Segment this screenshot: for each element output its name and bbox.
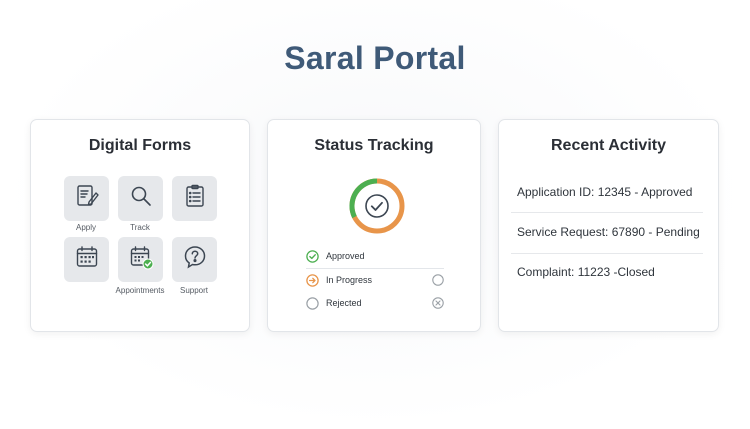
in-progress-arrow-icon — [306, 273, 319, 287]
activity-divider — [511, 253, 703, 254]
calendar-tile[interactable] — [64, 237, 109, 282]
digital-forms-title: Digital Forms — [88, 137, 192, 154]
status-in-progress[interactable]: In Progress — [306, 269, 444, 291]
apply-tile[interactable] — [64, 176, 109, 221]
search-icon — [128, 183, 154, 214]
calendar-check-icon — [128, 244, 154, 275]
calendar-icon — [74, 244, 100, 275]
recent-activity-card: Recent Activity Application ID: 12345 - … — [498, 119, 719, 332]
track-label[interactable]: Track — [105, 223, 175, 232]
activity-item-complaint[interactable]: Complaint: 11223 -Closed — [517, 265, 703, 279]
status-approved[interactable]: Approved — [306, 245, 444, 267]
page-title: Saral Portal — [284, 40, 466, 76]
support-tile[interactable] — [172, 237, 217, 282]
in-progress-label: In Progress — [326, 275, 373, 285]
status-tracking-card: Status Tracking Approved In Progress Rej… — [267, 119, 481, 332]
apply-form-icon — [74, 183, 100, 214]
status-tracking-title: Status Tracking — [314, 137, 434, 154]
digital-forms-card: Digital Forms Apply Track Appointments S… — [30, 119, 250, 332]
checklist-tile[interactable] — [172, 176, 217, 221]
clipboard-icon — [182, 183, 208, 214]
support-label[interactable]: Support — [159, 286, 229, 295]
activity-item-application[interactable]: Application ID: 12345 - Approved — [517, 185, 703, 199]
activity-item-service-request[interactable]: Service Request: 67890 - Pending — [517, 225, 703, 239]
track-tile[interactable] — [118, 176, 163, 221]
approved-check-icon — [306, 249, 319, 263]
recent-activity-title: Recent Activity — [551, 137, 666, 154]
appointments-tile[interactable] — [118, 237, 163, 282]
progress-ring — [348, 177, 406, 235]
rejected-label: Rejected — [326, 298, 362, 308]
rejected-circle-icon — [306, 296, 319, 310]
pending-circle-icon — [432, 274, 444, 286]
close-icon — [432, 297, 444, 309]
approved-label: Approved — [326, 251, 365, 261]
activity-divider — [511, 212, 703, 213]
status-rejected[interactable]: Rejected — [306, 292, 444, 314]
help-icon — [182, 244, 208, 275]
